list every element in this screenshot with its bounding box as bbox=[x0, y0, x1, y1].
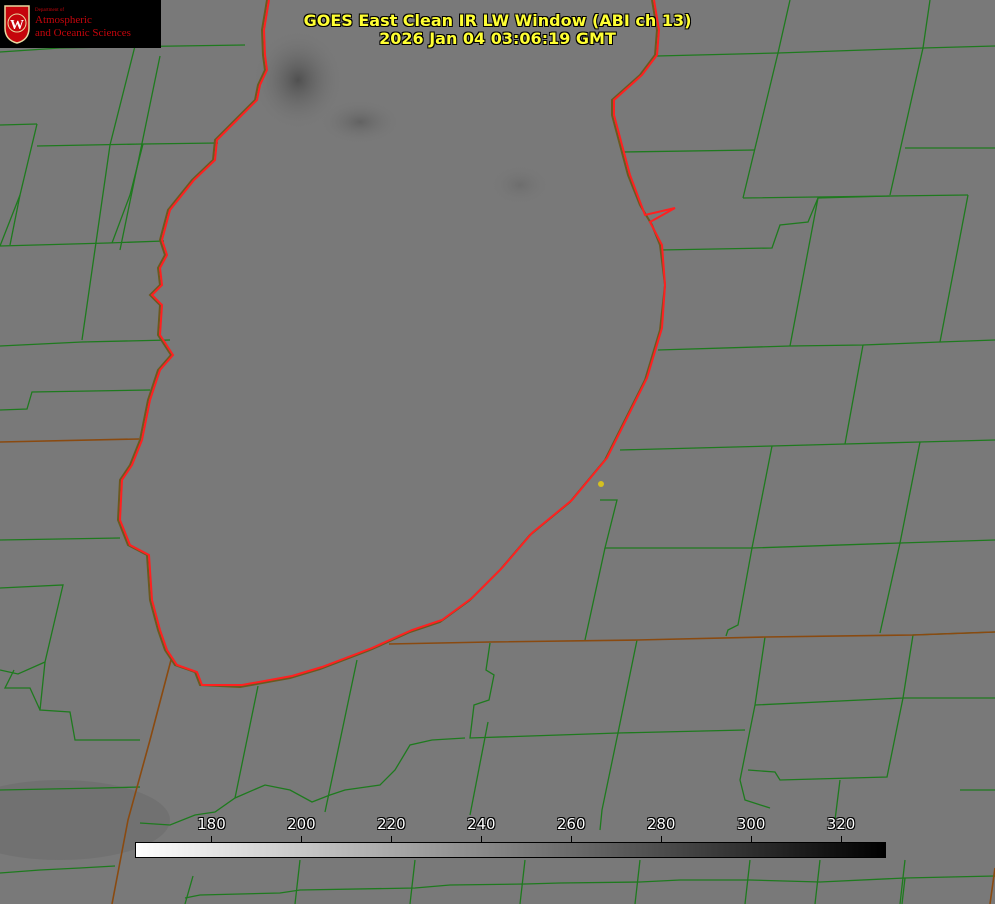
cold-cloud-patch bbox=[320, 100, 400, 144]
satellite-image-viewer: W Department of Atmospheric and Oceanic … bbox=[0, 0, 995, 904]
colorbar-tick-label: 220 bbox=[377, 815, 406, 833]
location-marker bbox=[598, 481, 604, 487]
colorbar-tick-label: 300 bbox=[736, 815, 766, 833]
colorbar-tick-mark bbox=[661, 836, 663, 842]
colorbar-tick-mark bbox=[211, 836, 213, 842]
colorbar-tick-label: 260 bbox=[556, 815, 586, 833]
cold-cloud-patch bbox=[490, 165, 550, 205]
colorbar-tick-mark bbox=[391, 836, 393, 842]
colorbar-tick-mark bbox=[571, 836, 573, 842]
colorbar-tick-mark bbox=[751, 836, 753, 842]
ir-satellite-map bbox=[0, 0, 995, 904]
colorbar-tick-label: 200 bbox=[287, 815, 316, 833]
colorbar-tick-label: 280 bbox=[646, 815, 676, 833]
image-timestamp: 2026 Jan 04 03:06:19 GMT bbox=[379, 29, 616, 48]
colorbar-tick-label: 180 bbox=[197, 815, 226, 833]
temperature-colorbar bbox=[135, 842, 886, 858]
colorbar-tick-mark bbox=[841, 836, 843, 842]
image-title: GOES East Clean IR LW Window (ABI ch 13) bbox=[303, 11, 692, 30]
colorbar-tick-mark bbox=[481, 836, 483, 842]
colorbar-tick-mark bbox=[301, 836, 303, 842]
colorbar-tick-label: 240 bbox=[466, 815, 496, 833]
colorbar-tick-label: 320 bbox=[826, 815, 856, 833]
